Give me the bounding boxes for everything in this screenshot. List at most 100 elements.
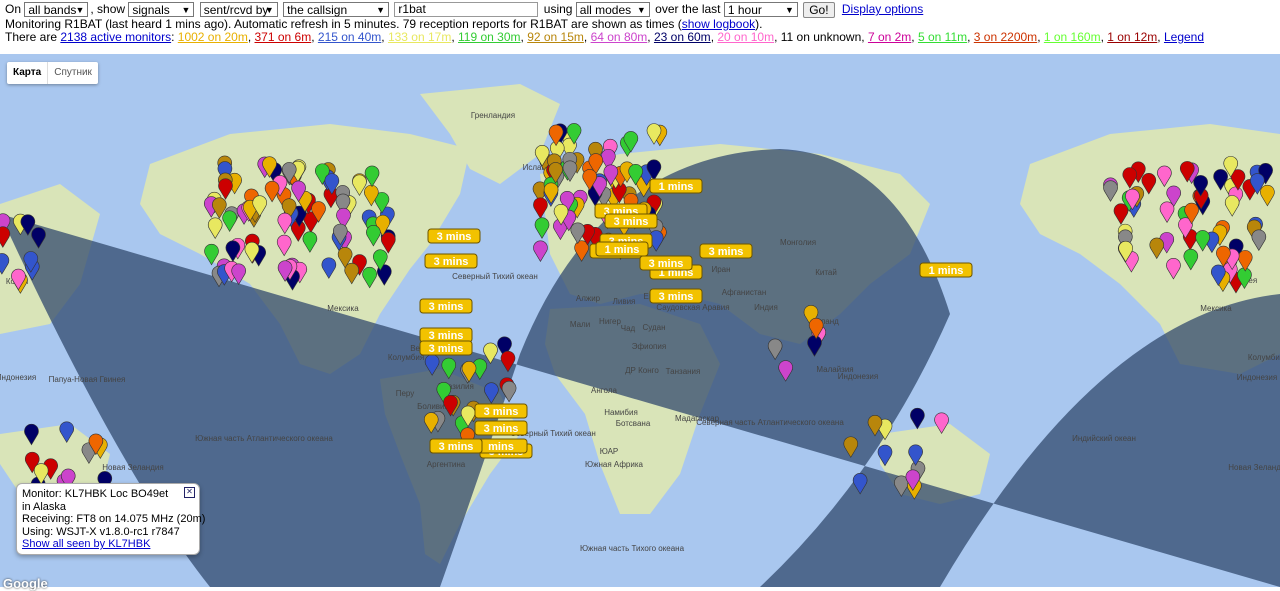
place-label: Чад [621,324,636,333]
place-label: Судан [642,323,665,332]
direction-select[interactable]: sent/rcvd by ▼ [199,2,278,17]
svg-text:3 mins: 3 mins [429,301,464,313]
place-label: Афганистан [722,288,767,297]
time-label[interactable]: 3 mins [424,253,478,269]
infowindow-monitor: Monitor: KL7HBK Loc BO49et [22,488,169,500]
band-count-link[interactable]: 133 on 17m [388,30,451,44]
svg-text:3 mins: 3 mins [484,406,519,418]
target-select[interactable]: the callsign ▼ [283,2,390,17]
place-label: Колумбия [1248,353,1280,362]
place-label: Саудовская Аравия [656,303,729,312]
band-count-link[interactable]: 92 on 15m [527,30,584,44]
monitor-infowindow: ✕ Monitor: KL7HBK Loc BO49et in Alaska R… [16,483,206,555]
place-label: Колумбия [388,353,424,362]
time-label[interactable]: 3 mins [427,228,481,244]
place-label: Южная часть Тихого океана [580,544,685,553]
period-select[interactable]: 1 hour ▼ [723,2,798,17]
google-logo: Google [3,576,48,591]
band-count-link[interactable]: 215 on 40m [318,30,381,44]
place-label: Индия [754,303,778,312]
svg-text:1 mins: 1 mins [659,181,694,193]
band-count-link[interactable]: 371 on 6m [255,30,312,44]
callsign-input[interactable]: r1bat [394,2,539,17]
map-type-control[interactable]: Карта Спутник [7,62,98,84]
svg-text:3 mins: 3 mins [429,330,464,342]
band-count-link[interactable]: 64 on 80m [591,30,648,44]
mode-select[interactable]: all modes ▼ [575,2,650,17]
time-label[interactable]: 1 mins [919,262,973,278]
place-label: Новая Зеландия [102,463,163,472]
time-label[interactable]: 3 mins [474,403,528,419]
svg-text:3 mins: 3 mins [437,231,472,243]
time-label[interactable]: 3 mins [639,255,693,271]
svg-text:mins: mins [488,441,514,453]
svg-text:3 mins: 3 mins [484,423,519,435]
map-type-map-button[interactable]: Карта [7,62,47,84]
svg-text:3 mins: 3 mins [429,343,464,355]
place-label: Индонезия [0,373,36,382]
monitors-colon: : [171,30,178,44]
go-button[interactable]: Go! [803,2,835,18]
show-select[interactable]: signals ▼ [128,2,195,17]
time-label[interactable]: 3 mins [699,243,753,259]
map-type-satellite-button[interactable]: Спутник [47,62,98,84]
time-label[interactable]: 3 mins [604,213,658,229]
svg-text:1 mins: 1 mins [929,265,964,277]
place-label: Мексика [1200,304,1232,313]
place-label: Папуа-Новая Гвинея [49,375,126,384]
svg-text:3 mins: 3 mins [614,216,649,228]
svg-text:1 mins: 1 mins [605,244,640,256]
active-monitors-link[interactable]: 2138 active monitors [60,30,171,44]
time-label[interactable]: 1 mins [649,178,703,194]
place-label: ЮАР [600,447,619,456]
svg-text:3 mins: 3 mins [439,441,474,453]
legend-link[interactable]: Legend [1164,30,1204,44]
using-label: using [543,2,573,16]
status-text-end: ). [755,17,763,31]
time-label[interactable]: 3 mins [429,438,483,454]
band-count-link[interactable]: 1002 on 20m [178,30,248,44]
on-label: On [5,2,22,16]
place-label: Мексика [327,304,359,313]
close-icon[interactable]: ✕ [184,487,195,498]
band-counts: 1002 on 20m, 371 on 6m, 215 on 40m, 133 … [177,30,781,44]
band-count-link[interactable]: 119 on 30m [458,30,521,44]
infowindow-using: Using: WSJT-X v1.8.0-rc1 r7847 [22,525,180,538]
place-label: Индонезия [838,372,878,381]
place-label: Ангола [591,386,617,395]
display-options-link[interactable]: Display options [842,2,923,16]
time-label[interactable]: 3 mins [419,327,473,343]
time-label[interactable]: 3 mins [649,288,703,304]
time-label[interactable]: 3 mins [474,420,528,436]
band-count-link[interactable]: 1 on 160m [1044,30,1101,44]
place-label: Иран [711,265,730,274]
dropdown-arrow-icon: ▼ [181,5,191,15]
band-count-link[interactable]: 1 on 12m [1107,30,1157,44]
band-counts-extra: 7 on 2m, 5 on 11m, 3 on 2200m, 1 on 160m… [867,30,1164,44]
over-label: over the last [655,2,721,16]
band-select[interactable]: all bands ▼ [24,2,89,17]
time-label[interactable]: 1 mins [595,241,649,257]
show-logbook-link[interactable]: show logbook [682,17,755,31]
control-bar: On all bands ▼, show signals ▼ sent/rcvd b… [0,0,1280,54]
band-count-link[interactable]: 5 on 11m [918,30,967,44]
band-count-link[interactable]: 20 on 10m [717,30,774,44]
svg-text:3 mins: 3 mins [434,256,469,268]
place-label: Северный Тихий океан [452,272,538,281]
time-label[interactable]: 3 mins [419,298,473,314]
band-count-link[interactable]: 23 on 60m [654,30,711,44]
query-row: On all bands ▼, show signals ▼ sent/rcvd b… [5,2,923,18]
place-label: Намибия [604,408,638,417]
dropdown-arrow-icon: ▼ [264,5,274,15]
band-count-link[interactable]: 3 on 2200m [974,30,1037,44]
unknown-count: 11 on unknown [780,30,862,44]
dropdown-arrow-icon: ▼ [784,5,794,15]
time-label[interactable]: 3 mins [419,340,473,356]
band-count-link[interactable]: 7 on 2m [868,30,911,44]
show-all-seen-link[interactable]: Show all seen by KL7HBK [22,538,150,550]
show-label: , show [90,2,126,16]
time-label[interactable]: mins [474,438,528,454]
place-label: Северная часть Атлантического океана [696,418,844,427]
infowindow-location: in Alaska [22,500,67,513]
infowindow-receiving: Receiving: FT8 on 14.075 MHz (20m) [22,513,206,525]
